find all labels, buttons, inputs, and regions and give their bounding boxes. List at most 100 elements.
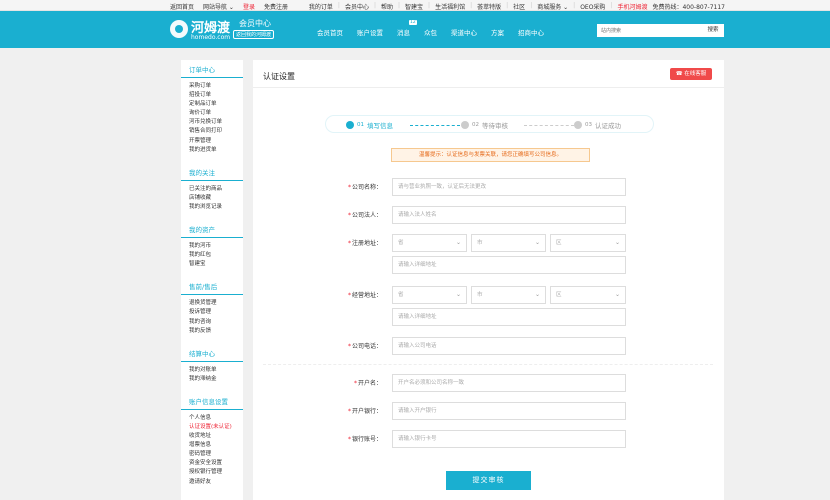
submit-button[interactable]: 提交审核	[446, 471, 531, 490]
sidebar-item[interactable]: 资金安全设置	[181, 459, 243, 468]
phone-input[interactable]: 请输入公司电话	[392, 337, 626, 355]
sidebar-item[interactable]: 河币兑换订单	[181, 118, 243, 127]
sidebar-item[interactable]: 我的对账单	[181, 366, 243, 375]
page-title: 认证设置	[263, 72, 295, 81]
sidebar-item[interactable]: 销售合同打印	[181, 127, 243, 136]
header: 河姆渡 homedo.com 会员中心 返回我的河姆渡 会员首页 账户设置 消息 12…	[0, 11, 830, 48]
sidebar-item[interactable]: 我的反馈	[181, 327, 243, 336]
company-name-input[interactable]: 请与营业执照一致，认证后无法更改	[392, 178, 626, 196]
search-input[interactable]	[601, 26, 691, 35]
sidebar: 订单中心 采购订单 招投订单 定制品订单 询价订单 河币兑换订单 销售合同打印 开票管理 我的进…	[181, 60, 243, 500]
topbar-right-link[interactable]: 荟萃特版	[477, 2, 501, 11]
sidebar-item[interactable]: 我的浏览记录	[181, 203, 243, 212]
nav-item[interactable]: 招商中心	[518, 27, 544, 37]
step-1-label: 填写信息	[367, 122, 393, 130]
nav-item[interactable]: 会员首页	[317, 27, 343, 37]
account-name-label: *开户名：	[353, 380, 382, 387]
logo[interactable]: 河姆渡 homedo.com 会员中心 返回我的河姆渡	[170, 18, 275, 42]
sidebar-item[interactable]: 认证设置(未认证)	[181, 423, 243, 432]
topbar-right-link[interactable]: 商城服务 ⌄	[537, 2, 568, 11]
topbar-right-link[interactable]: OEO采购	[580, 2, 605, 11]
topbar-right-link[interactable]: 生活福利馆	[435, 2, 465, 11]
reg-district-select[interactable]: 区 ⌄	[550, 234, 626, 252]
reg-province-select[interactable]: 省 ⌄	[392, 234, 467, 252]
sidebar-item[interactable]: 已关注的商品	[181, 185, 243, 194]
sidebar-item[interactable]: 询价订单	[181, 109, 243, 118]
chevron-down-icon: ⌄	[455, 239, 461, 246]
reg-city-select[interactable]: 市 ⌄	[471, 234, 546, 252]
topbar-right-link[interactable]: 会员中心	[345, 2, 369, 11]
topbar-right-link[interactable]: 手机河姆渡	[617, 2, 647, 11]
online-service-button[interactable]: ☎ 在线客服	[670, 68, 712, 80]
legal-person-input[interactable]: 请输入法人姓名	[392, 206, 626, 224]
sidebar-section-title: 我的关注	[181, 163, 243, 181]
biz-province-select[interactable]: 省 ⌄	[392, 286, 467, 304]
top-bar-right: 我的订单 | 会员中心 | 帮助 | 智建宝 | 生活福利馆 | 荟萃特版 | 社区 | 商城服务 ⌄ | OE…	[309, 2, 725, 11]
biz-address-input[interactable]: 请输入详细地址	[392, 308, 626, 326]
step-2-label: 等待审核	[482, 122, 508, 130]
biz-district-select[interactable]: 区 ⌄	[550, 286, 626, 304]
step-3: 03 认证成功	[574, 120, 621, 130]
biz-city-select[interactable]: 市 ⌄	[471, 286, 546, 304]
bank-no-input[interactable]: 请输入银行卡号	[392, 430, 626, 448]
sidebar-item[interactable]: 我的咨询	[181, 318, 243, 327]
sidebar-item[interactable]: 店铺收藏	[181, 194, 243, 203]
sidebar-section-title: 售前/售后	[181, 277, 243, 296]
top-bar-left: 返回首页 网站导航 ⌄ 登录 免费注册	[170, 2, 288, 11]
topbar-separator: |	[398, 2, 401, 9]
search-button[interactable]: 搜索	[702, 24, 724, 37]
nav-item[interactable]: 众包	[424, 27, 437, 37]
sidebar-item[interactable]: 开票管理	[181, 137, 243, 146]
sidebar-item[interactable]: 我的进货单	[181, 146, 243, 155]
sidebar-item[interactable]: 收货地址	[181, 432, 243, 441]
sidebar-item[interactable]: 授权银行管理	[181, 468, 243, 477]
topbar-right-link[interactable]: 我的订单	[309, 2, 333, 11]
topbar-separator: |	[573, 2, 576, 9]
topbar-left-link[interactable]: 登录	[243, 2, 255, 11]
topbar-right-link[interactable]: 社区	[513, 2, 525, 11]
topbar-left-link[interactable]: 返回首页	[170, 2, 194, 11]
step-2-connector	[524, 124, 574, 126]
bank-input[interactable]: 请输入开户银行	[392, 402, 626, 420]
nav-item[interactable]: 渠道中心	[451, 27, 477, 37]
sidebar-section-title: 我的资产	[181, 220, 243, 239]
nav-item[interactable]: 方案	[491, 27, 504, 37]
sidebar-section: 账户信息设置 个人信息 认证设置(未认证) 收货地址 增票信息 密码管理 资金安全设置 授权银…	[181, 392, 243, 487]
sidebar-item[interactable]: 邀请好友	[181, 478, 243, 487]
sidebar-item[interactable]: 增票信息	[181, 441, 243, 450]
nav-item[interactable]: 消息 12	[397, 20, 417, 37]
top-bar: 返回首页 网站导航 ⌄ 登录 免费注册 我的订单 | 会员中心 | 帮助 | 智建宝 | 生活福利馆 |…	[0, 0, 830, 11]
sidebar-section: 我的资产我的河币 我的红包 智建宝	[181, 220, 243, 269]
back-home-link[interactable]: 返回我的河姆渡	[233, 30, 275, 39]
sidebar-item[interactable]: 智建宝	[181, 260, 243, 269]
topbar-left-link[interactable]: 网站导航 ⌄	[203, 2, 234, 11]
reg-address-input[interactable]: 请输入详细地址	[392, 256, 626, 274]
chevron-down-icon: ⌄	[614, 291, 620, 298]
sidebar-item[interactable]: 我的河币	[181, 242, 243, 251]
chevron-down-icon: ⌄	[455, 291, 461, 298]
nav-item[interactable]: 账户设置	[357, 27, 383, 37]
sidebar-section: 售前/售后退换货管理 投诉管理 我的咨询 我的反馈	[181, 277, 243, 335]
topbar-left-link[interactable]: 免费注册	[264, 2, 288, 11]
step-1: 01 填写信息	[346, 120, 393, 130]
main-panel: 认证设置 ☎ 在线客服 01 填写信息 02 等待审核 03 认证成功 温馨提示…	[253, 60, 724, 500]
topbar-right-link[interactable]: 免费热线：400-807-7117	[652, 2, 725, 11]
sidebar-item[interactable]: 采购订单	[181, 82, 243, 91]
account-name-input[interactable]: 开户名必须和公司名称一致	[392, 374, 626, 392]
title-divider	[253, 87, 724, 88]
sidebar-section: 订单中心 采购订单 招投订单 定制品订单 询价订单 河币兑换订单 销售合同打印 开票管理 我的进…	[181, 60, 243, 155]
topbar-right-link[interactable]: 帮助	[381, 2, 393, 11]
topbar-separator: |	[428, 2, 431, 9]
sidebar-item[interactable]: 定制品订单	[181, 100, 243, 109]
warm-tip: 温馨提示：认证信息与发票关联，请您正确填写公司信息。	[391, 148, 590, 162]
sidebar-item[interactable]: 招投订单	[181, 91, 243, 100]
topbar-right-link[interactable]: 智建宝	[405, 2, 423, 11]
sidebar-item[interactable]: 密码管理	[181, 450, 243, 459]
sidebar-item[interactable]: 我的红包	[181, 251, 243, 260]
bank-label: *开户银行：	[347, 408, 382, 415]
sidebar-item[interactable]: 退换货管理	[181, 299, 243, 308]
sidebar-item[interactable]: 个人信息	[181, 414, 243, 423]
sidebar-item[interactable]: 我的滞纳金	[181, 375, 243, 384]
step-1-icon	[346, 121, 354, 129]
sidebar-item[interactable]: 投诉管理	[181, 308, 243, 317]
